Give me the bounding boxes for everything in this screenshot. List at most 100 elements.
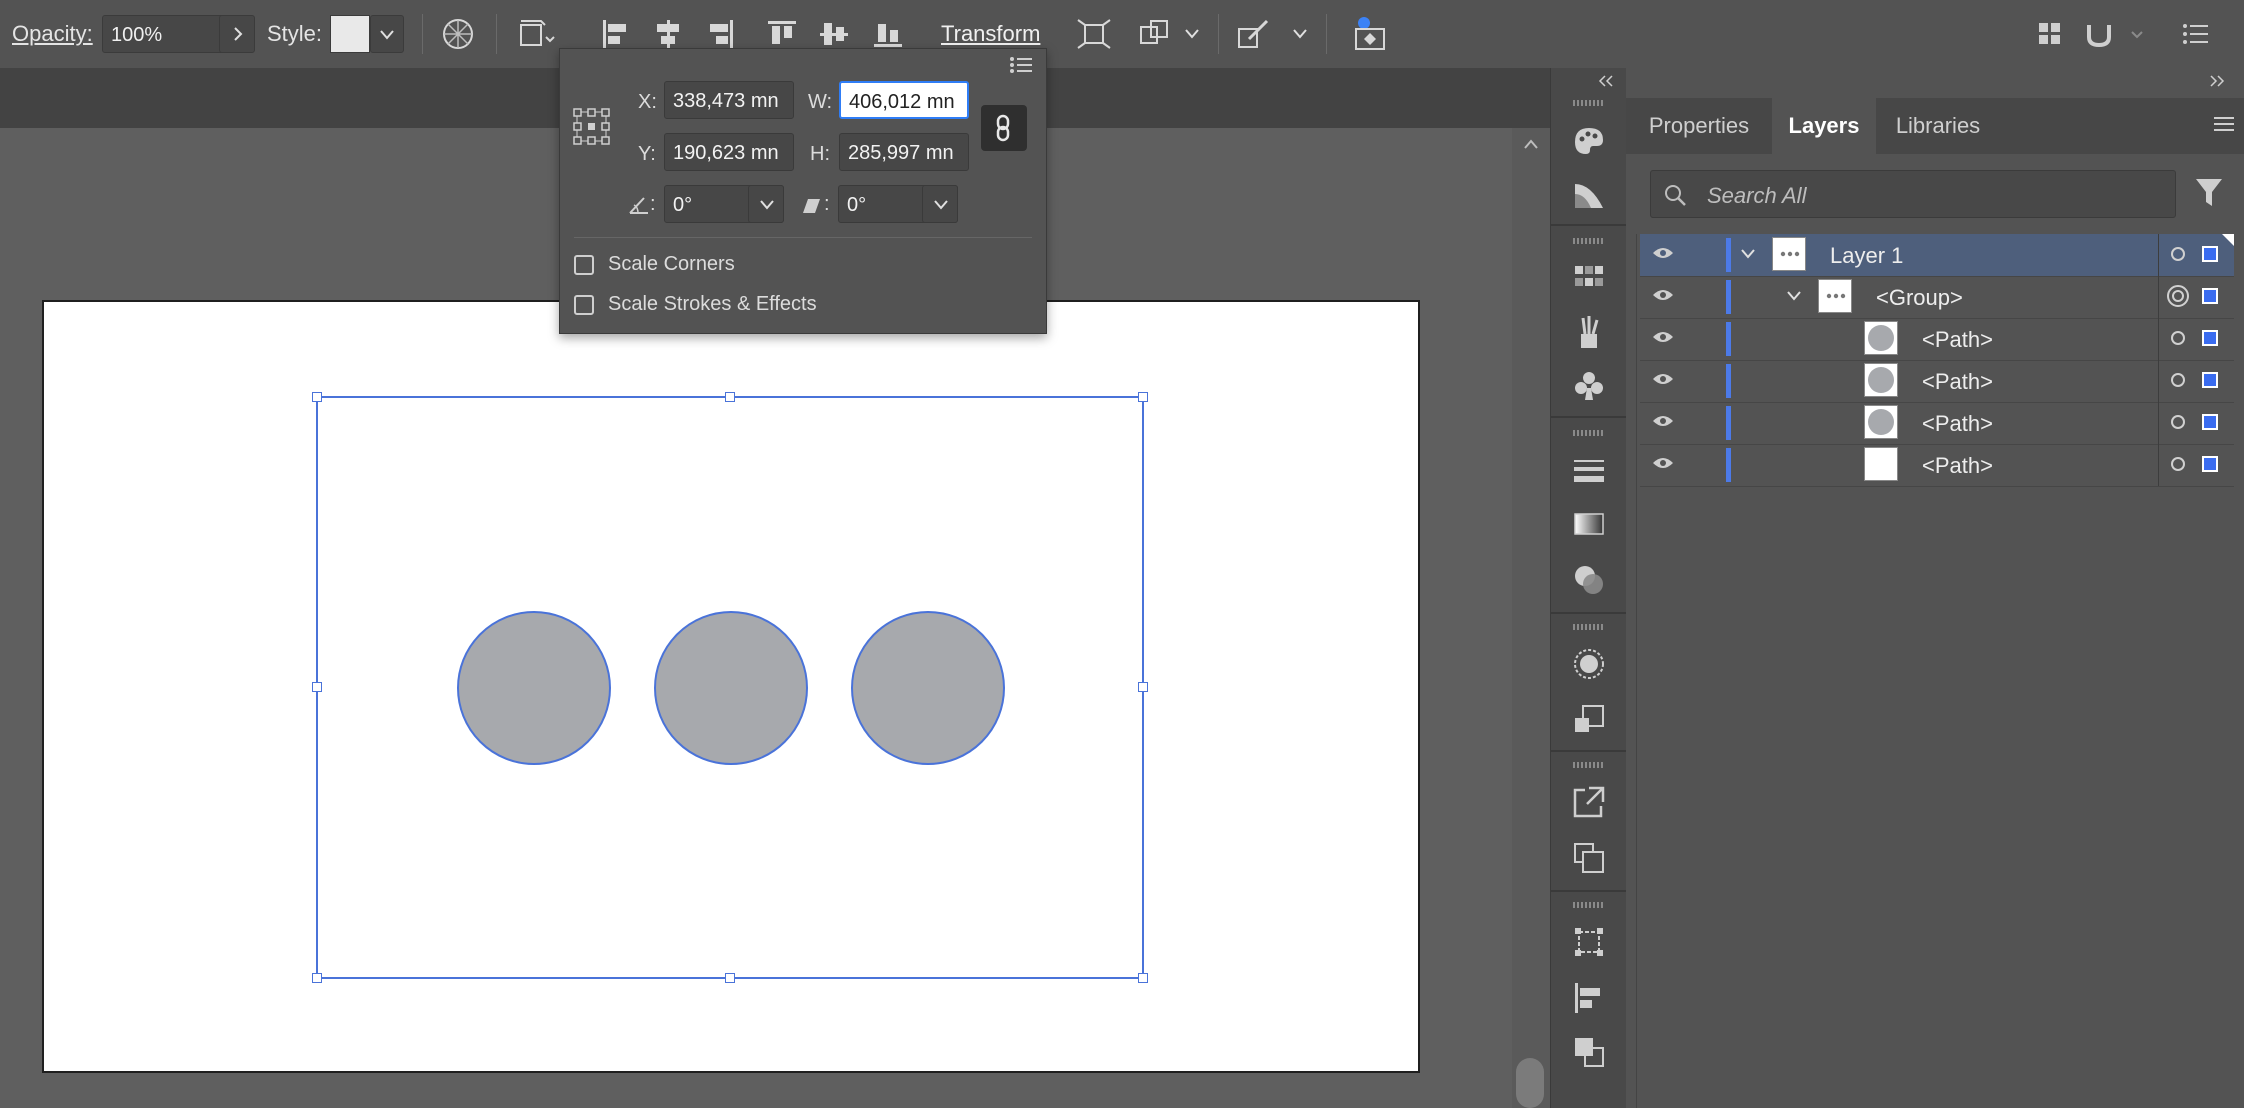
- tab-layers-label: Layers: [1788, 113, 1860, 138]
- collapse-right-icon[interactable]: [2208, 74, 2230, 88]
- chevron-down-icon[interactable]: [2130, 29, 2144, 41]
- layer-color-bar: [1726, 406, 1731, 440]
- pathfinder-icon[interactable]: [1571, 1034, 1607, 1070]
- rotate-angle-dropdown[interactable]: [748, 185, 784, 223]
- brushes-icon[interactable]: [1571, 314, 1607, 350]
- layer-row[interactable]: <Group>: [1640, 276, 2234, 319]
- divider: [574, 237, 1032, 238]
- color-palette-icon[interactable]: [1571, 122, 1607, 158]
- transform-panel-icon[interactable]: [1571, 924, 1607, 960]
- path-thumbnail: [1864, 447, 1898, 481]
- snap-options-button[interactable]: [2080, 14, 2120, 54]
- tab-libraries[interactable]: Libraries: [1876, 98, 2000, 154]
- layer-row[interactable]: <Path>: [1640, 444, 2234, 487]
- circle-path-1[interactable]: [457, 611, 611, 765]
- tab-libraries-label: Libraries: [1895, 113, 1981, 138]
- gradient-icon[interactable]: [1571, 506, 1607, 542]
- shear-dropdown[interactable]: [922, 185, 958, 223]
- target-circle-icon[interactable]: [2171, 247, 2185, 261]
- stroke-icon[interactable]: [1571, 452, 1607, 488]
- panel-menu-icon[interactable]: [2212, 114, 2236, 134]
- resize-handle-top-right[interactable]: [1138, 392, 1148, 402]
- target-circle-icon[interactable]: [2171, 331, 2185, 345]
- resize-handle-top[interactable]: [725, 392, 735, 402]
- selection-indicator[interactable]: [2202, 414, 2218, 430]
- h-input[interactable]: 285,997 mn: [839, 133, 969, 171]
- appearance-icon[interactable]: [1571, 646, 1607, 682]
- tab-properties[interactable]: Properties: [1626, 98, 1772, 154]
- resize-handle-bottom-right[interactable]: [1138, 973, 1148, 983]
- selection-indicator[interactable]: [2202, 330, 2218, 346]
- color-guide-icon[interactable]: [1571, 176, 1607, 212]
- tab-layers[interactable]: Layers: [1772, 98, 1876, 154]
- circle-path-2[interactable]: [654, 611, 808, 765]
- dock-grip[interactable]: [1573, 902, 1605, 908]
- layer-thumbnail: [1818, 279, 1852, 313]
- selection-indicator[interactable]: [2202, 456, 2218, 472]
- swatches-icon[interactable]: [1571, 260, 1607, 296]
- align-panel-icon[interactable]: [1571, 980, 1607, 1016]
- y-input[interactable]: 190,623 mn: [664, 133, 794, 171]
- layer-row[interactable]: Layer 1: [1640, 234, 2234, 277]
- target-double-circle-icon[interactable]: [2167, 285, 2189, 307]
- visibility-eye-icon[interactable]: [1652, 329, 1674, 345]
- dock-grip[interactable]: [1573, 762, 1605, 768]
- visibility-eye-icon[interactable]: [1652, 413, 1674, 429]
- thumbnail-dots: [1780, 251, 1800, 257]
- filter-icon[interactable]: [2194, 176, 2224, 208]
- selection-indicator[interactable]: [2202, 288, 2218, 304]
- w-label: W:: [808, 91, 833, 113]
- layer-row[interactable]: <Path>: [1640, 360, 2234, 403]
- y-value: 190,623 mn: [673, 142, 779, 164]
- reference-point-icon[interactable]: [572, 107, 612, 147]
- symbols-club-icon[interactable]: [1571, 368, 1607, 404]
- dock-grip[interactable]: [1573, 430, 1605, 436]
- graphic-styles-icon[interactable]: [1571, 702, 1607, 738]
- chevron-down-icon[interactable]: [1740, 247, 1756, 261]
- shear-label: :: [824, 193, 830, 215]
- selection-corner-marker: [2222, 234, 2234, 246]
- layer-name: <Path>: [1922, 453, 1993, 478]
- visibility-eye-icon[interactable]: [1652, 287, 1674, 303]
- resize-handle-bottom-left[interactable]: [312, 973, 322, 983]
- resize-handle-bottom[interactable]: [725, 973, 735, 983]
- resize-handle-right[interactable]: [1138, 682, 1148, 692]
- scale-corners-checkbox[interactable]: [574, 255, 594, 275]
- chevron-down-icon[interactable]: [1786, 289, 1802, 303]
- dock-grip[interactable]: [1573, 100, 1605, 106]
- selection-indicator[interactable]: [2202, 372, 2218, 388]
- circle-path-3[interactable]: [851, 611, 1005, 765]
- search-field[interactable]: Search All: [1650, 170, 2176, 218]
- popup-menu-icon[interactable]: [1008, 55, 1034, 75]
- search-placeholder: Search All: [1707, 183, 1807, 208]
- arrange-documents-button[interactable]: [2030, 14, 2070, 54]
- w-input[interactable]: 406,012 mn: [839, 81, 969, 119]
- resize-handle-top-left[interactable]: [312, 392, 322, 402]
- panel-menu-button[interactable]: [2176, 14, 2216, 54]
- target-circle-icon[interactable]: [2171, 373, 2185, 387]
- target-circle-icon[interactable]: [2171, 457, 2185, 471]
- scroll-up-icon[interactable]: [1523, 138, 1539, 150]
- scale-strokes-checkbox[interactable]: [574, 295, 594, 315]
- constrain-proportions-button[interactable]: [981, 105, 1027, 151]
- selection-indicator[interactable]: [2202, 246, 2218, 262]
- export-icon[interactable]: [1571, 784, 1607, 820]
- visibility-eye-icon[interactable]: [1652, 371, 1674, 387]
- collapse-left-icon[interactable]: [1597, 74, 1619, 88]
- artboards-icon[interactable]: [1571, 840, 1607, 876]
- vertical-scrollbar[interactable]: [1512, 128, 1550, 1108]
- visibility-eye-icon[interactable]: [1652, 245, 1674, 261]
- resize-handle-left[interactable]: [312, 682, 322, 692]
- w-value: 406,012 mn: [849, 91, 955, 113]
- layer-row[interactable]: <Path>: [1640, 318, 2234, 361]
- transparency-icon[interactable]: [1571, 562, 1607, 598]
- target-circle-icon[interactable]: [2171, 415, 2185, 429]
- layer-color-bar: [1726, 448, 1731, 482]
- scroll-thumb[interactable]: [1516, 1058, 1544, 1108]
- dock-grip[interactable]: [1573, 238, 1605, 244]
- dock-grip[interactable]: [1573, 624, 1605, 630]
- layer-color-bar: [1726, 322, 1731, 356]
- visibility-eye-icon[interactable]: [1652, 455, 1674, 471]
- layer-row[interactable]: <Path>: [1640, 402, 2234, 445]
- x-input[interactable]: 338,473 mn: [664, 81, 794, 119]
